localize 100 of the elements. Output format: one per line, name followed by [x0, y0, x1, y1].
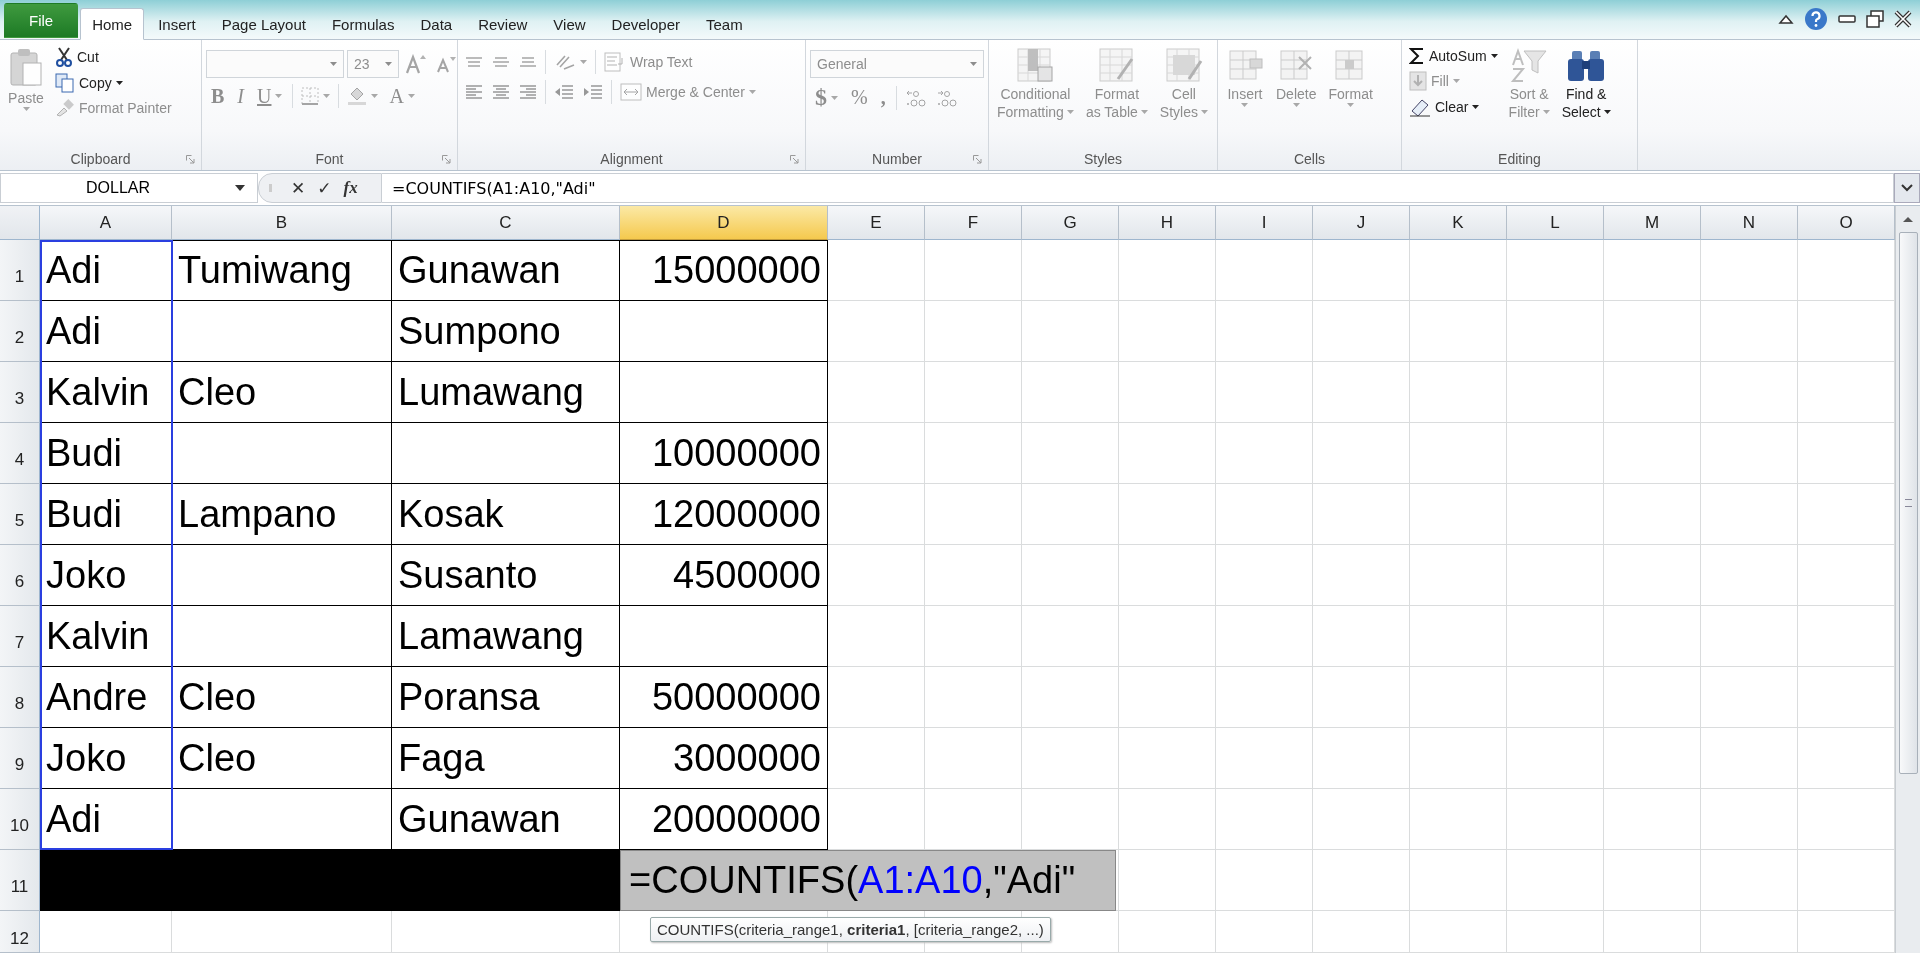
caret-icon: [1452, 79, 1460, 83]
cancel-button[interactable]: ✕: [288, 178, 309, 198]
group-label: Clipboard: [70, 151, 131, 167]
caret-icon: [330, 62, 337, 66]
row-header[interactable]: 3: [0, 362, 40, 423]
file-menu-tab[interactable]: File: [4, 3, 79, 38]
ribbon-tab[interactable]: Review: [466, 8, 540, 40]
ribbon-tab[interactable]: View: [541, 8, 598, 40]
row-header[interactable]: 10: [0, 789, 40, 850]
column-header[interactable]: I: [1216, 206, 1313, 240]
dialog-launcher-icon[interactable]: [973, 155, 982, 164]
row-header[interactable]: 8: [0, 667, 40, 728]
table-cell: Joko: [40, 545, 172, 606]
collapse-ribbon-icon[interactable]: [1778, 13, 1794, 25]
dialog-launcher-icon[interactable]: [186, 155, 195, 164]
name-box[interactable]: DOLLAR: [0, 173, 258, 203]
vertical-align-icon: [519, 57, 537, 67]
table-cell: Kosak: [392, 484, 620, 545]
column-header[interactable]: K: [1410, 206, 1507, 240]
grow-font-icon: [405, 54, 427, 74]
table-cell: Cleo: [172, 667, 392, 728]
caret-icon: [115, 81, 123, 85]
minimize-icon[interactable]: [1838, 14, 1856, 24]
row-header[interactable]: 1: [0, 240, 40, 301]
column-header[interactable]: C: [392, 206, 620, 240]
table-cell: Lampano: [172, 484, 392, 545]
table-cell: 15000000: [620, 240, 828, 301]
dialog-launcher-icon[interactable]: [790, 155, 799, 164]
column-header[interactable]: E: [828, 206, 925, 240]
row-header[interactable]: 9: [0, 728, 40, 789]
enter-button[interactable]: ✓: [314, 178, 335, 198]
indent-icon: [583, 85, 603, 99]
group-label: Font: [315, 151, 344, 167]
row-header[interactable]: 5: [0, 484, 40, 545]
caret-icon: [385, 62, 392, 66]
ribbon-tab[interactable]: Page Layout: [209, 8, 318, 40]
insert-function-button[interactable]: fx: [340, 178, 361, 198]
column-header[interactable]: F: [925, 206, 1022, 240]
select-all-corner[interactable]: [0, 206, 40, 240]
cell-styles-icon: [1164, 47, 1203, 83]
table-cell: Kalvin: [40, 606, 172, 667]
formula-input[interactable]: =COUNTIFS(A1:A10,"Adi": [382, 173, 1894, 203]
table-cell: Poransa: [392, 667, 620, 728]
column-header[interactable]: D: [620, 206, 828, 240]
text-align-icon: [465, 85, 483, 99]
copy-button[interactable]: Copy: [52, 71, 175, 95]
caret-icon: [323, 94, 331, 98]
ribbon-tab[interactable]: Team: [693, 8, 755, 40]
clipboard-icon: [9, 47, 43, 87]
group-label: Alignment: [600, 151, 663, 167]
row-header[interactable]: 11: [0, 850, 40, 911]
caret-icon: [1292, 103, 1300, 107]
cell-editor[interactable]: =COUNTIFS(A1:A10,"Adi": [620, 850, 1116, 911]
expand-formula-bar-icon[interactable]: [1894, 173, 1920, 203]
column-header[interactable]: G: [1022, 206, 1119, 240]
scrollbar-thumb[interactable]: [1898, 232, 1918, 774]
vertical-scrollbar[interactable]: [1895, 206, 1920, 953]
column-header[interactable]: A: [40, 206, 172, 240]
table-cell: Adi: [40, 301, 172, 362]
table-cell: Kalvin: [40, 362, 172, 423]
column-header[interactable]: H: [1119, 206, 1216, 240]
find-select-button[interactable]: Find & Select: [1557, 45, 1615, 123]
ribbon-tab[interactable]: Developer: [599, 8, 692, 40]
ribbon-tab[interactable]: Formulas: [319, 8, 407, 40]
shrink-font-icon: [436, 55, 456, 73]
row-header[interactable]: 7: [0, 606, 40, 667]
caret-icon: [748, 90, 756, 94]
table-format-icon: [1097, 47, 1136, 83]
wrap-text-icon: [604, 52, 626, 72]
row-header[interactable]: 6: [0, 545, 40, 606]
scroll-up-icon[interactable]: [1901, 214, 1915, 224]
caret-icon: [1472, 105, 1480, 109]
group-label: Cells: [1293, 151, 1326, 167]
column-header[interactable]: J: [1313, 206, 1410, 240]
caret-icon: [1241, 103, 1249, 107]
dialog-launcher-icon[interactable]: [442, 155, 451, 164]
column-header[interactable]: N: [1701, 206, 1798, 240]
column-header[interactable]: L: [1507, 206, 1604, 240]
row-header[interactable]: 2: [0, 301, 40, 362]
table-cell: 3000000: [620, 728, 828, 789]
table-cell: Cleo: [172, 728, 392, 789]
autosum-button[interactable]: AutoSum: [1406, 45, 1501, 67]
row-header[interactable]: 4: [0, 423, 40, 484]
caret-icon: [580, 60, 587, 64]
caret-icon: [1347, 103, 1355, 107]
restore-icon[interactable]: [1866, 10, 1884, 28]
row-header[interactable]: 12: [0, 911, 40, 953]
ribbon-tab[interactable]: Data: [408, 8, 465, 40]
help-icon[interactable]: [1804, 7, 1828, 31]
ribbon-tab[interactable]: Insert: [146, 8, 208, 40]
column-header[interactable]: M: [1604, 206, 1701, 240]
table-cell: 4500000: [620, 545, 828, 606]
clear-button[interactable]: Clear: [1406, 95, 1501, 119]
cut-button[interactable]: Cut: [52, 45, 175, 69]
column-header[interactable]: O: [1798, 206, 1895, 240]
caret-icon: [275, 94, 283, 98]
table-cell: Susanto: [392, 545, 620, 606]
column-header[interactable]: B: [172, 206, 392, 240]
ribbon-tab[interactable]: Home: [80, 8, 145, 40]
close-icon[interactable]: [1894, 10, 1912, 28]
